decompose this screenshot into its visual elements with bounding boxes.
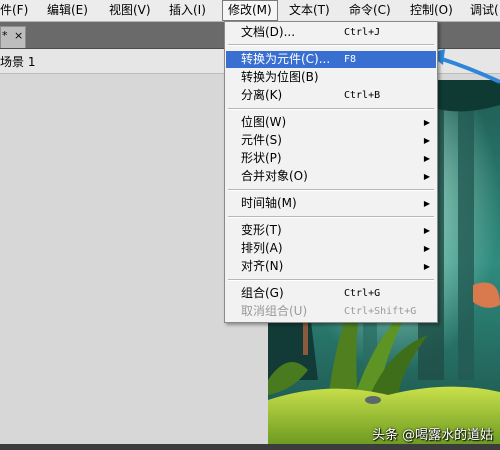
menu-file[interactable]: 件(F): [0, 0, 33, 21]
menu-item-label: 时间轴(M): [241, 196, 297, 210]
menu-item-ungroup[interactable]: 取消组合(U) Ctrl+Shift+G: [226, 303, 436, 320]
menu-item-label: 分离(K): [241, 88, 283, 102]
menu-item-label: 对齐(N): [241, 259, 284, 273]
menu-item-group[interactable]: 组合(G) Ctrl+G: [226, 285, 436, 302]
menu-item-label: 组合(G): [241, 286, 284, 300]
menu-modify[interactable]: 修改(M): [222, 0, 278, 21]
submenu-arrow-icon: ▶: [423, 118, 430, 127]
menu-separator: [228, 108, 434, 110]
menu-item-convert-to-symbol[interactable]: 转换为元件(C)... F8: [226, 51, 436, 68]
menu-view[interactable]: 视图(V): [104, 0, 156, 21]
menu-item-shortcut: Ctrl+Shift+G: [344, 306, 417, 317]
menu-item-label: 转换为元件(C)...: [241, 52, 331, 66]
menu-item-label: 元件(S): [241, 133, 282, 147]
scene-label[interactable]: 场景 1: [0, 53, 35, 70]
document-tab[interactable]: * ×: [0, 26, 26, 48]
menu-item-shape[interactable]: 形状(P) ▶: [226, 150, 436, 167]
submenu-arrow-icon: ▶: [423, 226, 430, 235]
modified-marker: *: [2, 29, 8, 42]
menu-separator: [228, 216, 434, 218]
menu-separator: [228, 44, 434, 46]
menu-item-shortcut: F8: [344, 54, 357, 65]
submenu-arrow-icon: ▶: [423, 262, 430, 271]
menu-commands[interactable]: 命令(C): [344, 0, 396, 21]
modify-dropdown-menu: 文档(D)... Ctrl+J 转换为元件(C)... F8 转换为位图(B) …: [224, 21, 438, 323]
menu-item-convert-to-bitmap[interactable]: 转换为位图(B): [226, 69, 436, 86]
menu-debug[interactable]: 调试(: [465, 0, 500, 21]
status-bar: [0, 444, 500, 450]
menu-item-align[interactable]: 对齐(N) ▶: [226, 258, 436, 275]
submenu-arrow-icon: ▶: [423, 199, 430, 208]
menu-edit[interactable]: 编辑(E): [42, 0, 93, 21]
menu-item-bitmap[interactable]: 位图(W) ▶: [226, 114, 436, 131]
menu-item-label: 位图(W): [241, 115, 287, 129]
menu-control[interactable]: 控制(O): [405, 0, 458, 21]
menu-text[interactable]: 文本(T): [284, 0, 335, 21]
submenu-arrow-icon: ▶: [423, 136, 430, 145]
menu-item-label: 转换为位图(B): [241, 70, 319, 84]
menu-item-timeline[interactable]: 时间轴(M) ▶: [226, 195, 436, 212]
submenu-arrow-icon: ▶: [423, 244, 430, 253]
menu-item-shortcut: Ctrl+B: [344, 90, 381, 101]
submenu-arrow-icon: ▶: [423, 154, 430, 163]
menu-separator: [228, 279, 434, 281]
watermark-text: 头条 @喝露水的道姑: [372, 428, 494, 443]
menu-item-document[interactable]: 文档(D)... Ctrl+J: [226, 24, 436, 41]
menu-item-label: 文档(D)...: [241, 25, 296, 39]
menu-item-label: 变形(T): [241, 223, 282, 237]
menu-item-label: 形状(P): [241, 151, 282, 165]
menu-item-shortcut: Ctrl+J: [344, 27, 381, 38]
menu-item-break-apart[interactable]: 分离(K) Ctrl+B: [226, 87, 436, 104]
menu-separator: [228, 189, 434, 191]
menu-item-combine-objects[interactable]: 合并对象(O) ▶: [226, 168, 436, 185]
menu-item-transform[interactable]: 变形(T) ▶: [226, 222, 436, 239]
menu-item-label: 取消组合(U): [241, 304, 308, 318]
submenu-arrow-icon: ▶: [423, 172, 430, 181]
menu-insert[interactable]: 插入(I): [164, 0, 211, 21]
menu-item-label: 排列(A): [241, 241, 283, 255]
menu-item-shortcut: Ctrl+G: [344, 288, 381, 299]
menu-item-label: 合并对象(O): [241, 169, 308, 183]
menu-bar: 件(F) 编辑(E) 视图(V) 插入(I) 修改(M) 文本(T) 命令(C)…: [0, 0, 500, 22]
menu-item-symbol[interactable]: 元件(S) ▶: [226, 132, 436, 149]
menu-item-arrange[interactable]: 排列(A) ▶: [226, 240, 436, 257]
close-icon[interactable]: ×: [14, 29, 23, 42]
